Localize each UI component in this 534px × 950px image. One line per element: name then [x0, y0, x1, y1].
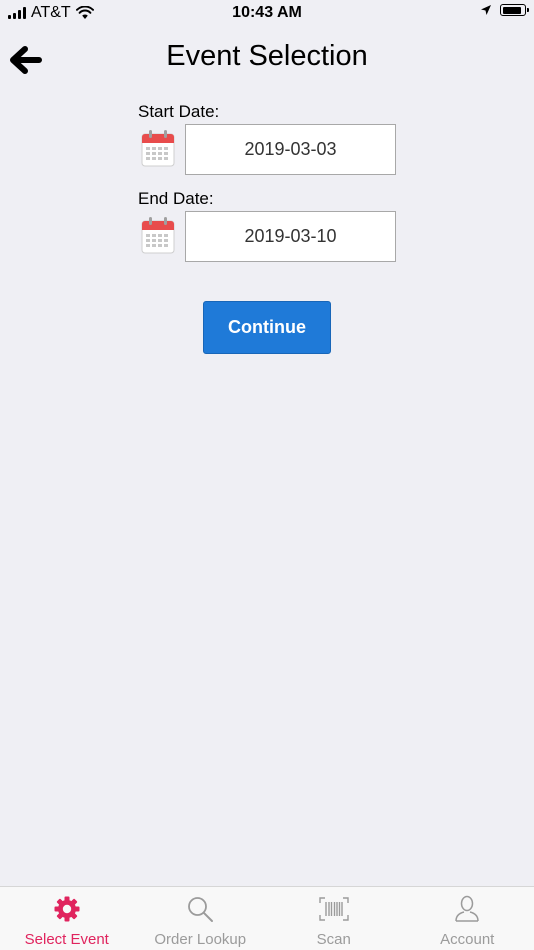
end-date-calendar-icon[interactable]	[141, 216, 175, 254]
tab-account[interactable]: Account	[401, 887, 534, 950]
page-title: Event Selection	[166, 40, 368, 72]
barcode-icon	[319, 894, 349, 924]
battery-level	[502, 6, 522, 14]
tab-order-lookup[interactable]: Order Lookup	[134, 887, 268, 950]
tab-label: Scan	[316, 931, 351, 948]
tab-label: Account	[440, 931, 495, 948]
location-arrow-icon	[481, 5, 491, 15]
end-date-label: End Date:	[138, 189, 214, 208]
tab-label: Select Event	[24, 931, 109, 948]
start-date-calendar-icon[interactable]	[141, 129, 175, 167]
battery-icon	[500, 4, 529, 16]
tab-label: Order Lookup	[154, 931, 247, 948]
tab-scan[interactable]: Scan	[267, 887, 401, 950]
end-date-input[interactable]	[185, 211, 396, 262]
continue-button[interactable]: Continue	[203, 301, 331, 354]
status-bar-right	[480, 4, 529, 16]
tab-select-event[interactable]: Select Event	[0, 887, 134, 950]
search-icon	[185, 894, 215, 924]
start-date-label: Start Date:	[138, 102, 220, 121]
start-date-input[interactable]	[185, 124, 396, 175]
user-icon	[452, 894, 482, 924]
gear-icon	[52, 894, 82, 924]
tab-bar: Select Event Order Lookup Scan Account	[0, 886, 534, 950]
status-bar: AT&T 10:43 AM	[0, 0, 534, 28]
status-time: 10:43 AM	[232, 4, 302, 21]
